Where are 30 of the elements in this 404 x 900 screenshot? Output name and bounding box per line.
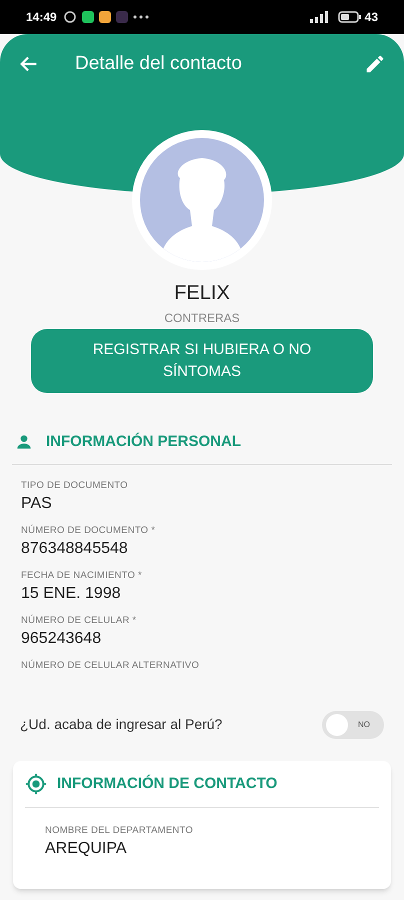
register-symptoms-button[interactable]: REGISTRAR SI HUBIERA O NO SÍNTOMAS: [31, 329, 373, 393]
target-icon: [25, 772, 47, 795]
field-label: TIPO DE DOCUMENTO: [21, 478, 129, 492]
field-value: 876348845548: [21, 538, 129, 558]
section-title: INFORMACIÓN DE CONTACTO: [57, 774, 278, 794]
alarm-icon: [62, 11, 77, 23]
field-label: NÚMERO DE DOCUMENTO *: [21, 524, 156, 538]
field-value: AREQUIPA: [45, 839, 128, 859]
toggle-label: ¿Ud. acaba de ingresar al Perú?: [20, 715, 222, 734]
field-value: 15 ENE. 1998: [21, 584, 122, 604]
edit-icon[interactable]: [364, 53, 386, 75]
header-title: Detalle del contacto: [75, 52, 243, 76]
battery-level: 43: [364, 9, 378, 26]
clock: 14:49: [26, 9, 57, 26]
more-icon: [132, 15, 149, 19]
field-value: PAS: [21, 494, 53, 514]
battery-icon: [338, 11, 362, 23]
field-label: NÚMERO DE CELULAR *: [21, 614, 138, 628]
field-label: FECHA DE NACIMIENTO *: [21, 568, 143, 582]
app-icon: [116, 11, 128, 23]
app-icon: [98, 11, 111, 23]
contact-last-name: CONTRERAS: [164, 310, 240, 327]
phone-app-icon: [82, 11, 94, 23]
section-title: INFORMACIÓN PERSONAL: [46, 432, 241, 452]
field-label: NÚMERO DE CELULAR ALTERNATIVO: [21, 658, 200, 672]
field-label: NOMBRE DEL DEPARTAMENTO: [45, 824, 194, 838]
toggle-state: NO: [357, 718, 371, 730]
contact-first-name: FELIX: [174, 281, 230, 305]
field-value: 965243648: [21, 628, 102, 648]
arrival-toggle[interactable]: NO: [322, 710, 384, 738]
